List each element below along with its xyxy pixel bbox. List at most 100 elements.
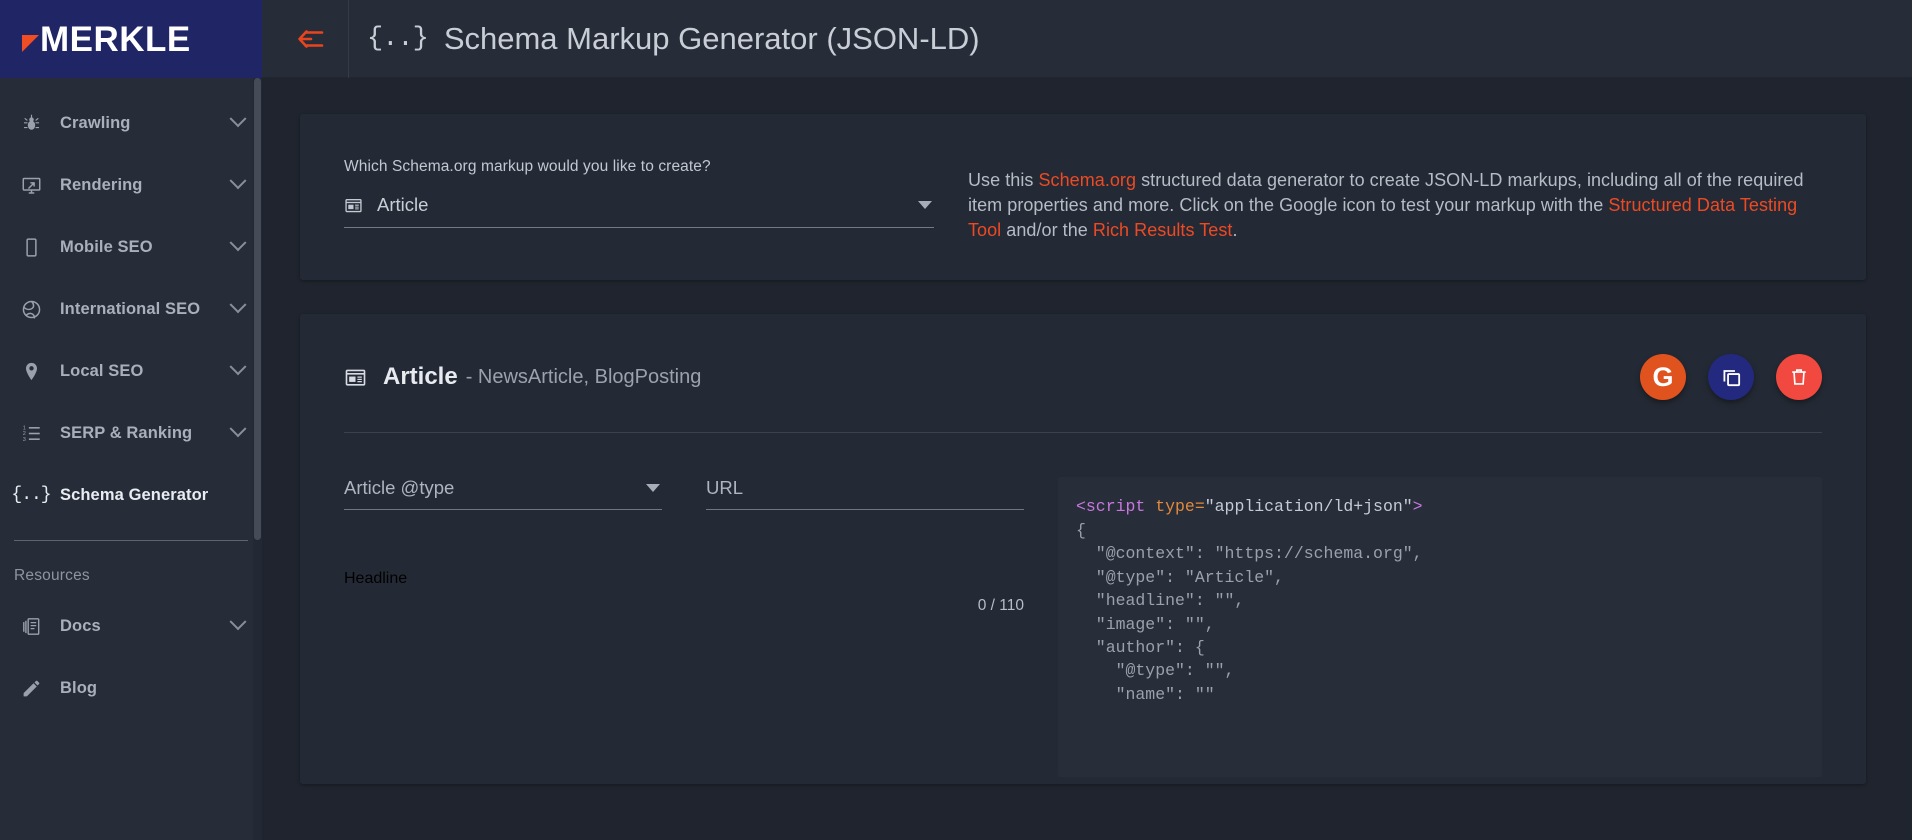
article-icon (344, 366, 367, 389)
article-form-area: Article @type URL (344, 433, 1822, 777)
headline-field: Headline 0 / 110 (344, 570, 1024, 615)
sidebar-scrollbar[interactable] (253, 78, 262, 840)
chevron-down-icon[interactable] (230, 296, 247, 313)
form-row-1: Article @type URL (344, 477, 1024, 510)
map-pin-icon (14, 361, 48, 382)
google-g-icon: G (1652, 364, 1673, 391)
sidebar-item-crawling[interactable]: Crawling (0, 92, 262, 154)
sidebar-item-label: SERP & Ranking (48, 424, 232, 443)
sidebar-item-label: Schema Generator (48, 486, 244, 505)
merkle-logo-mark: MERKLE (22, 22, 191, 57)
book-icon (14, 616, 48, 637)
headline-counter: 0 / 110 (344, 588, 1024, 615)
bug-icon (14, 113, 48, 134)
chevron-down-icon[interactable] (918, 201, 932, 209)
chevron-down-icon[interactable] (230, 110, 247, 127)
phone-icon (14, 237, 48, 258)
article-type-field: Article @type (344, 477, 662, 510)
chevron-down-icon[interactable] (230, 420, 247, 437)
generator-description: Use this Schema.org structured data gene… (968, 168, 1822, 242)
pencil-icon (14, 678, 48, 699)
chevron-down-icon[interactable] (230, 234, 247, 251)
sidebar-item-docs[interactable]: Docs (0, 595, 262, 657)
page-title-text: Schema Markup Generator (JSON-LD) (444, 21, 980, 57)
sidebar-item-label: International SEO (48, 300, 232, 319)
url-field: URL (706, 477, 1024, 510)
page-content: Which Schema.org markup would you like t… (262, 78, 1912, 784)
sidebar-section-caption: Resources (0, 541, 262, 595)
copy-button[interactable] (1708, 354, 1754, 400)
topbar-divider (348, 0, 349, 78)
article-type-select[interactable]: Article @type (344, 477, 662, 510)
article-schema-card: Article - NewsArticle, BlogPosting G (300, 314, 1866, 784)
article-icon (344, 196, 363, 215)
schema-type-value: Article (377, 194, 918, 216)
json-ld-body: { "@context": "https://schema.org", "@ty… (1076, 521, 1423, 704)
script-tag-close: > (1413, 497, 1423, 516)
chevron-down-icon[interactable] (230, 358, 247, 375)
headline-placeholder: Headline (344, 570, 407, 587)
sidebar-item-label: Rendering (48, 176, 232, 195)
sidebar-item-schema-generator[interactable]: {..} Schema Generator (0, 464, 262, 526)
main-area: {..} Schema Markup Generator (JSON-LD) W… (262, 0, 1912, 840)
headline-input[interactable]: Headline (344, 570, 1024, 588)
form-fields: Article @type URL (344, 477, 1024, 777)
sidebar-item-mobile-seo[interactable]: Mobile SEO (0, 216, 262, 278)
sidebar-scrollbar-thumb[interactable] (254, 78, 261, 540)
copy-icon (1720, 366, 1743, 389)
chevron-down-icon[interactable] (646, 484, 660, 492)
article-card-subtitle: - NewsArticle, BlogPosting (466, 366, 702, 389)
json-ld-preview[interactable]: <script type="application/ld+json"> { "@… (1058, 477, 1822, 777)
url-placeholder: URL (706, 477, 1024, 499)
braces-icon: {..} (14, 485, 48, 505)
article-card-header: Article - NewsArticle, BlogPosting G (344, 354, 1822, 400)
description-column: Use this Schema.org structured data gene… (968, 158, 1822, 242)
brand-logo[interactable]: MERKLE (0, 0, 262, 78)
sidebar-item-label: Docs (48, 617, 232, 636)
sidebar-item-rendering[interactable]: Rendering (0, 154, 262, 216)
topbar: {..} Schema Markup Generator (JSON-LD) (262, 0, 1912, 78)
sidebar: MERKLE Crawling Rendering (0, 0, 262, 840)
article-type-placeholder: Article @type (344, 477, 646, 499)
sidebar-item-label: Crawling (48, 114, 232, 133)
trash-icon (1788, 366, 1810, 388)
schema-org-link[interactable]: Schema.org (1038, 170, 1136, 190)
monitor-icon (14, 175, 48, 196)
sidebar-item-blog[interactable]: Blog (0, 657, 262, 719)
sidebar-item-local-seo[interactable]: Local SEO (0, 340, 262, 402)
schema-selector-card: Which Schema.org markup would you like t… (300, 114, 1866, 280)
equals-sign: = (1195, 497, 1205, 516)
globe-icon (14, 299, 48, 320)
script-tag-open: <script (1076, 497, 1145, 516)
ordered-list-icon: 123 (14, 423, 48, 444)
page-title: {..} Schema Markup Generator (JSON-LD) (367, 21, 980, 57)
form-spacer (344, 510, 1024, 570)
script-type-attr: type (1145, 497, 1195, 516)
brand-name: MERKLE (40, 22, 191, 57)
chevron-down-icon[interactable] (230, 172, 247, 189)
rich-results-test-link[interactable]: Rich Results Test (1093, 220, 1233, 240)
svg-text:3: 3 (22, 436, 25, 442)
selector-column: Which Schema.org markup would you like t… (344, 158, 934, 242)
desc-seg-3: and/or the (1001, 220, 1093, 240)
schema-type-select[interactable]: Article (344, 194, 934, 228)
sidebar-nav: Crawling Rendering Mobile SEO (0, 78, 262, 719)
sidebar-item-serp-ranking[interactable]: 123 SERP & Ranking (0, 402, 262, 464)
delete-button[interactable] (1776, 354, 1822, 400)
braces-icon: {..} (367, 24, 428, 54)
collapse-left-icon[interactable] (288, 16, 334, 62)
sidebar-item-label: Mobile SEO (48, 238, 232, 257)
schema-select-label: Which Schema.org markup would you like t… (344, 158, 934, 176)
sidebar-item-label: Blog (48, 679, 244, 698)
chevron-down-icon[interactable] (230, 613, 247, 630)
script-type-value: "application/ld+json" (1205, 497, 1413, 516)
desc-seg-4: . (1232, 220, 1237, 240)
sidebar-item-label: Local SEO (48, 362, 232, 381)
app-root: MERKLE Crawling Rendering (0, 0, 1912, 840)
card-actions: G (1640, 354, 1822, 400)
article-card-title: Article (383, 363, 458, 391)
google-test-button[interactable]: G (1640, 354, 1686, 400)
sidebar-item-international-seo[interactable]: International SEO (0, 278, 262, 340)
url-input[interactable]: URL (706, 477, 1024, 510)
desc-seg-1: Use this (968, 170, 1038, 190)
